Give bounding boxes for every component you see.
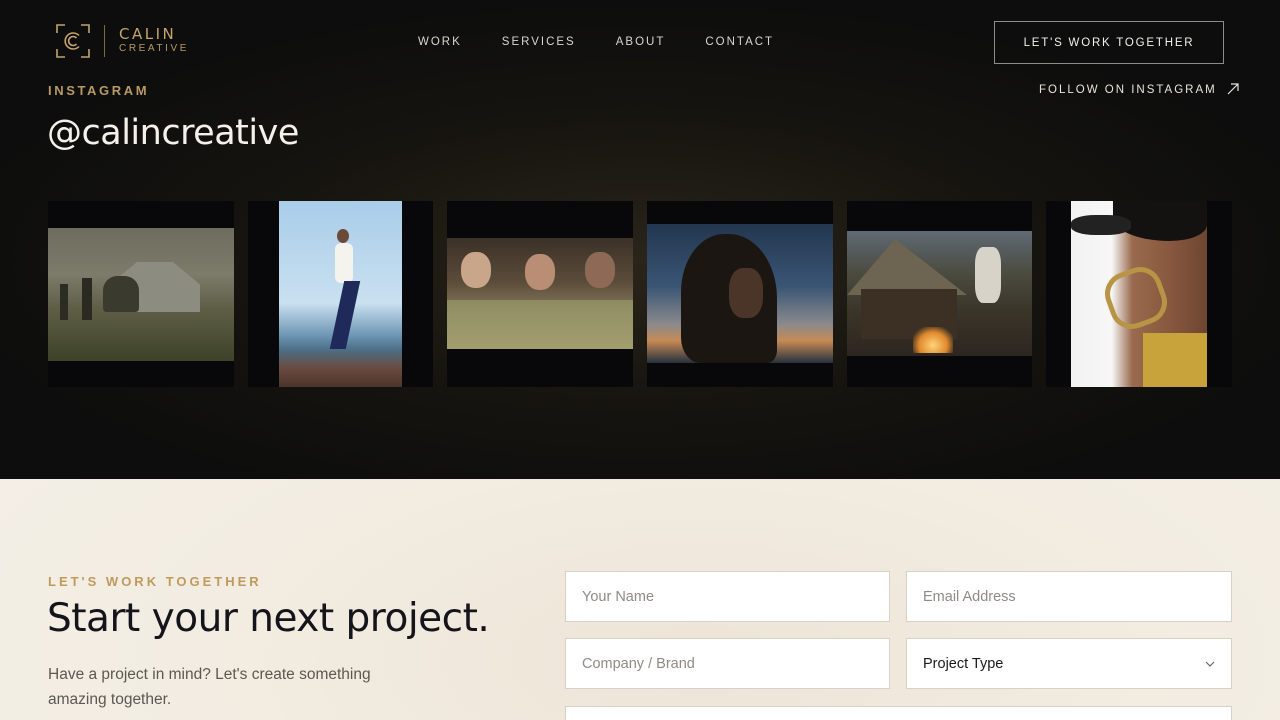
contact-section: LET'S WORK TOGETHER Start your next proj…	[0, 479, 1280, 720]
instagram-photo-4[interactable]	[647, 201, 833, 387]
brand-logo[interactable]: CALIN CREATIVE	[56, 24, 189, 58]
photo-women-flowers	[447, 238, 633, 349]
main-nav: WORK SERVICES ABOUT CONTACT	[418, 36, 814, 48]
instagram-photo-2[interactable]	[248, 201, 433, 387]
chevron-down-icon	[1205, 658, 1215, 670]
nav-services[interactable]: SERVICES	[502, 36, 576, 48]
nav-about[interactable]: ABOUT	[616, 36, 666, 48]
company-field[interactable]	[565, 638, 890, 689]
instagram-eyebrow: INSTAGRAM	[48, 83, 150, 98]
nav-contact[interactable]: CONTACT	[705, 36, 774, 48]
logo-wordmark: CALIN CREATIVE	[119, 26, 189, 56]
instagram-handle: @calincreative	[47, 113, 299, 153]
follow-instagram-link[interactable]: FOLLOW ON INSTAGRAM	[1039, 82, 1239, 98]
project-type-select[interactable]: Project Type	[906, 638, 1232, 689]
instagram-photo-5[interactable]	[847, 201, 1032, 387]
follow-instagram-label: FOLLOW ON INSTAGRAM	[1039, 84, 1217, 96]
photo-misty-farmhouse	[48, 228, 234, 361]
photo-hoop-earring	[1071, 201, 1207, 387]
instagram-photo-6[interactable]	[1046, 201, 1232, 387]
contact-title: Start your next project.	[47, 596, 490, 641]
project-type-value: Project Type	[923, 655, 1004, 672]
email-field[interactable]	[906, 571, 1232, 622]
message-field[interactable]	[565, 706, 1232, 720]
contact-eyebrow: LET'S WORK TOGETHER	[48, 574, 262, 589]
work-together-button[interactable]: LET'S WORK TOGETHER	[994, 21, 1224, 64]
brand-name: CALIN	[119, 25, 177, 43]
email-input[interactable]	[923, 588, 1231, 605]
camera-frame-c-icon	[56, 24, 90, 58]
photo-windswept-hair	[647, 224, 833, 363]
contact-description: Have a project in mind? Let's create som…	[48, 666, 371, 708]
nav-work[interactable]: WORK	[418, 36, 462, 48]
instagram-photo-1[interactable]	[48, 201, 234, 387]
photo-campfire-cabin	[847, 231, 1032, 356]
site-header: CALIN CREATIVE WORK SERVICES ABOUT CONTA…	[0, 0, 1280, 84]
instagram-photo-3[interactable]	[447, 201, 633, 387]
arrow-up-right-icon	[1227, 82, 1239, 98]
name-field[interactable]	[565, 571, 890, 622]
name-input[interactable]	[582, 588, 889, 605]
instagram-section: CALIN CREATIVE WORK SERVICES ABOUT CONTA…	[0, 0, 1280, 479]
company-input[interactable]	[582, 655, 889, 672]
photo-man-on-rocks	[279, 201, 402, 387]
brand-sub: CREATIVE	[119, 43, 190, 54]
logo-divider	[104, 25, 105, 57]
